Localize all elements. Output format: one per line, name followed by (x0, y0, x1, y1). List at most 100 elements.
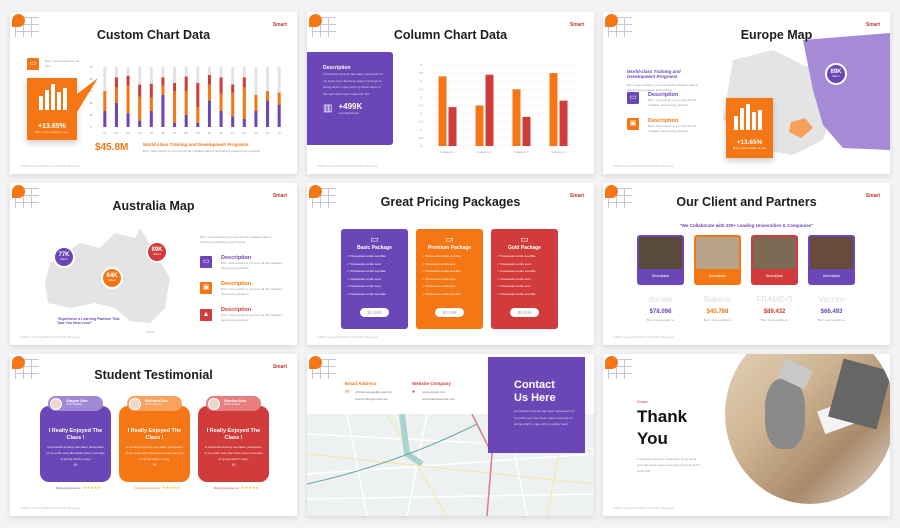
price-button[interactable]: $5,999 (509, 308, 540, 317)
mail-icon: ✉ (345, 389, 350, 395)
x-tick-label: 07 (173, 131, 177, 135)
feature-item: ✓ Possession entire soul (341, 276, 408, 284)
map-pin[interactable]: 77K Data 1 (53, 246, 75, 268)
thank-you-body: A wonderful serenity possession of my en… (637, 457, 700, 473)
bar-segment (149, 111, 153, 127)
bar-segment (161, 77, 165, 86)
slide-clients[interactable]: Smart Our Client and Partners "We Collab… (603, 183, 890, 345)
slide-custom-chart[interactable]: Smart Custom Chart Data ▭ But I must exp… (10, 12, 297, 174)
feature-text: Possession entire soul (425, 284, 456, 288)
testimonial-headline: I Really Enjoyed The Class ! (127, 428, 182, 441)
feature-item: ✓ Possession entire soul (491, 283, 558, 291)
bar-segment (103, 91, 107, 111)
y-tick-label: 75 (89, 65, 93, 69)
desc-body: A wonderful serenity has taken possessio… (323, 72, 384, 96)
slide-thank-you[interactable]: Smart Thank You A wonderful serenity pos… (603, 354, 890, 516)
partner-card[interactable]: Description (808, 235, 855, 285)
corner-decoration (605, 14, 633, 38)
x-tick-label: Category 3 (514, 150, 529, 154)
bar-segment (207, 84, 211, 101)
slide-australia-map[interactable]: Smart Australia Map 77K Data 1 64K Data 2 … (10, 183, 297, 345)
bar-segment (231, 116, 235, 127)
description-card: Description A wonderful serenity has tak… (307, 52, 393, 145)
partner-logo: donate (648, 295, 673, 304)
partner-card[interactable]: Description (637, 235, 684, 285)
testimonial-headline: I Really Enjoyed The Class ! (48, 428, 103, 441)
y-tick-label: 60 (89, 77, 93, 81)
feature-text: Possession entire soul like (425, 291, 461, 296)
rating-label: Rating Experience : (56, 486, 83, 490)
bar-segment (149, 97, 153, 111)
partner-card[interactable]: Description (694, 235, 741, 285)
x-tick-label: 08 (185, 131, 189, 135)
feature-item: ✓ Possession entire soul like (341, 268, 408, 276)
bar-segment (254, 111, 258, 127)
bar-segment (161, 95, 165, 127)
price-button[interactable]: $3,999 (434, 308, 465, 317)
email-link[interactable]: branchoffice@email.com (355, 396, 392, 403)
bar-segment (138, 96, 142, 121)
contact-title: Contact Us Here (514, 379, 556, 404)
corner-decoration (605, 356, 633, 380)
website-link[interactable]: www.website.com (422, 389, 455, 396)
feature-text: Possession entire soul like (425, 269, 461, 273)
feature-text: Possession entire soul like (350, 254, 386, 258)
pin-label: Data 2 (108, 279, 116, 282)
feature-text: Possession entire soul like (350, 269, 386, 273)
partner-amount: $89.432 (763, 309, 786, 315)
bar-segment (207, 75, 211, 85)
email-label: Email Address (345, 381, 377, 386)
x-tick-label: Category 4 (551, 150, 566, 154)
partner-caption: But I must explain to (703, 318, 732, 322)
bar-segment (173, 83, 177, 91)
slide-pricing[interactable]: Smart Great Pricing Packages ▭ Basic Pac… (307, 183, 594, 345)
partner-caption: But I must explain to (817, 318, 846, 322)
feature-text: Possession entire soul (350, 261, 381, 266)
slide-europe-map[interactable]: Smart Europe Map World-class Training an… (603, 12, 890, 174)
pricing-card: ▭ Basic Package ✓ Possession entire soul… (341, 229, 408, 329)
partner-caption: But I must explain to (646, 318, 675, 322)
bar-segment (219, 111, 223, 127)
website-link[interactable]: www.branchwebsite.com (422, 396, 455, 403)
map-pin[interactable]: 89K Data 3 (146, 241, 168, 263)
monitor-icon: ▭ (445, 234, 454, 244)
website-list: www.website.com www.branchwebsite.com (422, 389, 455, 403)
slide-testimonials[interactable]: Smart Student Testimonial I Really Enjoy… (10, 354, 297, 516)
partner-photo (696, 237, 739, 269)
x-tick-label: 10 (208, 131, 212, 135)
feature-text: Possession entire soul (350, 284, 381, 288)
bar-segment (173, 91, 177, 123)
map-pin[interactable]: 64K Data 2 (101, 267, 123, 289)
rating-row: Rating Experience : ★★★★★ (135, 485, 180, 490)
monitor-icon: ▭ (627, 92, 639, 104)
avatar (50, 397, 62, 410)
slide-contact[interactable]: Email Address ✉ officialmessage@email.co… (307, 354, 594, 516)
column-bar (475, 105, 484, 146)
feature-text: Possession entire soul (500, 276, 531, 281)
slide-column-chart[interactable]: Smart Column Chart Data Description A wo… (307, 12, 594, 174)
partner-card[interactable]: Description (751, 235, 798, 285)
x-tick-label: Category 1 (440, 150, 455, 154)
monitor-icon: ▭ (370, 234, 379, 244)
monitor-icon: ▭ (200, 256, 212, 268)
y-tick-label: 45 (89, 89, 93, 93)
feature-text: Possession entire soul like (425, 254, 461, 258)
slide-title: Our Client and Partners (676, 195, 817, 209)
footer: ©2022 Learning Platform All Rights Reser… (613, 335, 674, 339)
x-tick-label: 01 (103, 131, 107, 135)
column-bar (522, 116, 531, 146)
stat-card: +13.65% But I must explain to you (726, 98, 773, 158)
map-pin[interactable]: 89K Data 1 (825, 63, 847, 85)
partner-photo (753, 237, 796, 269)
price-button[interactable]: $2,999 (359, 308, 390, 317)
bar-segment (149, 83, 153, 98)
bar-segment (196, 83, 200, 107)
bar-segment (266, 91, 270, 101)
bar-chart-icon: ▥ (323, 103, 333, 114)
feature-item: ✓ Possession entire soul like (341, 253, 408, 261)
x-tick-label: 05 (150, 131, 154, 135)
partner-logo: Bakerei (703, 295, 732, 304)
x-tick-label: 06 (161, 131, 165, 135)
email-link[interactable]: officialmessage@email.com (355, 389, 392, 396)
y-tick-label: 0.5 (419, 136, 424, 140)
